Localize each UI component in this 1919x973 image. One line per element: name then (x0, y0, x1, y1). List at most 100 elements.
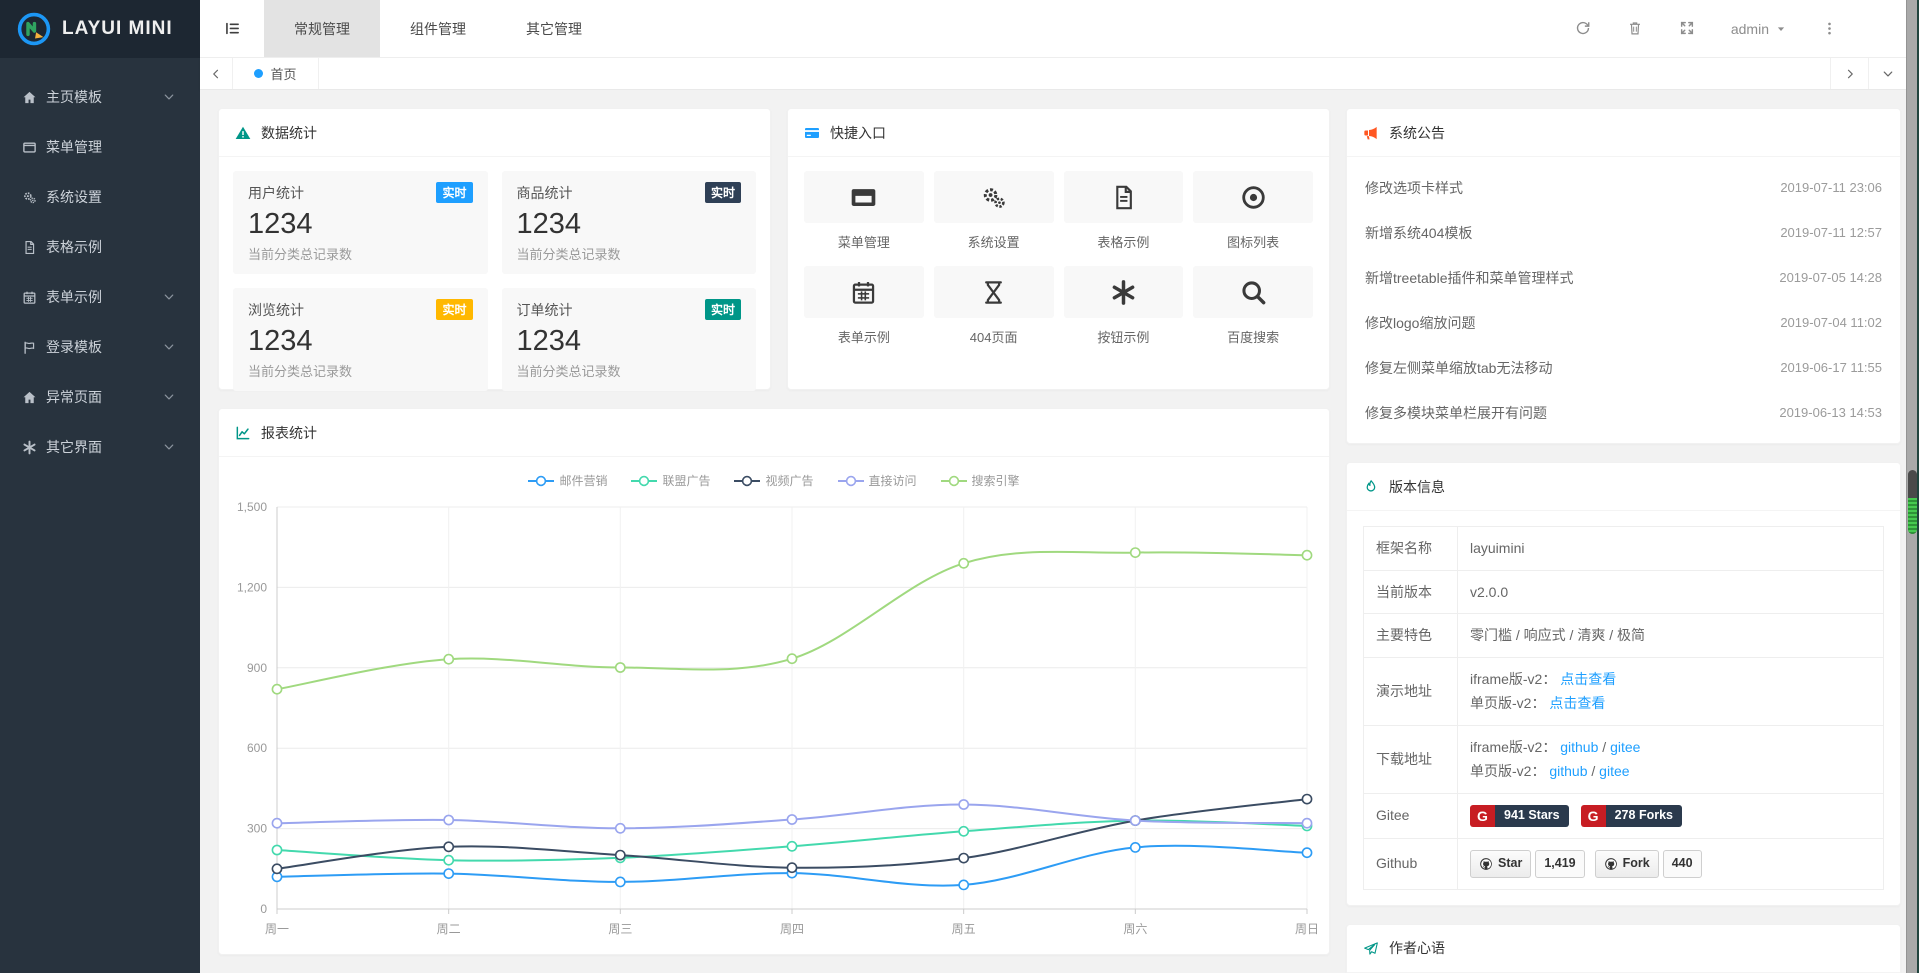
gitee-badge[interactable]: G278 Forks (1581, 805, 1682, 827)
svg-text:600: 600 (247, 741, 267, 755)
shortcut-window-solid[interactable]: 菜单管理 (804, 171, 924, 251)
more-menu-icon[interactable] (1822, 20, 1837, 38)
version-row: 下载地址iframe版-v2： github / gitee单页版-v2： gi… (1364, 725, 1884, 793)
sidebar-item-home-template[interactable]: 主页模板 (0, 72, 200, 122)
announcement-text: 新增treetable插件和菜单管理样式 (1365, 268, 1573, 288)
link-github[interactable]: github (1560, 739, 1598, 755)
scrollbar-thumb[interactable] (1908, 470, 1917, 534)
card-shortcuts-header: 快捷入口 (788, 109, 1329, 157)
github-fork-button[interactable]: Fork (1595, 850, 1659, 878)
link-github[interactable]: github (1549, 763, 1587, 779)
shortcut-asterisk[interactable]: 按钮示例 (1064, 266, 1184, 346)
link-点击查看[interactable]: 点击查看 (1549, 695, 1605, 711)
card-title: 报表统计 (261, 423, 317, 443)
legend-item[interactable]: 搜索引擎 (941, 472, 1020, 489)
announcement-item[interactable]: 新增treetable插件和菜单管理样式2019-07-05 14:28 (1353, 255, 1894, 300)
tab-operations-button[interactable] (1868, 58, 1906, 89)
github-star-button[interactable]: Star (1470, 850, 1531, 878)
sidebar-item-error-pages[interactable]: 异常页面 (0, 372, 200, 422)
stat-caption: 当前分类总记录数 (248, 361, 473, 380)
stat-box: 订单统计实时1234当前分类总记录数 (502, 288, 757, 391)
refresh-icon[interactable] (1575, 20, 1591, 38)
page-scrollbar[interactable] (1906, 0, 1919, 973)
top-header: 常规管理组件管理其它管理 admin (200, 0, 1919, 58)
stats-grid: 用户统计实时1234当前分类总记录数商品统计实时1234当前分类总记录数浏览统计… (219, 157, 770, 405)
legend-item[interactable]: 联盟广告 (631, 472, 710, 489)
header-nav: 常规管理组件管理其它管理 (264, 0, 612, 57)
legend-label: 视频广告 (765, 472, 813, 489)
active-tab-dot (254, 69, 263, 78)
legend-label: 搜索引擎 (972, 472, 1020, 489)
sidebar-collapse-button[interactable] (200, 0, 264, 57)
sidebar-item-system-settings[interactable]: 系统设置 (0, 172, 200, 222)
github-count[interactable]: 440 (1663, 850, 1702, 878)
version-table: 框架名称layuimini当前版本v2.0.0主要特色零门槛 / 响应式 / 清… (1363, 526, 1884, 890)
svg-text:周六: 周六 (1123, 922, 1147, 936)
announcement-item[interactable]: 修改logo缩放问题2019-07-04 11:02 (1353, 300, 1894, 345)
sidebar-item-menu-management[interactable]: 菜单管理 (0, 122, 200, 172)
shortcut-label: 图标列表 (1193, 232, 1313, 251)
clear-cache-icon[interactable] (1627, 20, 1643, 38)
credit-card-icon (804, 124, 820, 141)
svg-text:周三: 周三 (608, 922, 632, 936)
card-title: 版本信息 (1389, 477, 1445, 497)
main-area: 常规管理组件管理其它管理 admin 首页 数据统计 (200, 0, 1919, 973)
stat-box: 商品统计实时1234当前分类总记录数 (502, 171, 757, 274)
legend-item[interactable]: 邮件营销 (528, 472, 607, 489)
card-data-stats-header: 数据统计 (219, 109, 770, 157)
sidebar-item-other-ui[interactable]: 其它界面 (0, 422, 200, 472)
shortcut-hourglass[interactable]: 404页面 (934, 266, 1054, 346)
sidebar-item-label: 主页模板 (46, 87, 163, 107)
link-gitee[interactable]: gitee (1599, 763, 1629, 779)
github-count[interactable]: 1,419 (1535, 850, 1584, 878)
gears-icon (934, 171, 1054, 223)
username: admin (1731, 21, 1769, 37)
tab-scroll-left-button[interactable] (200, 58, 233, 89)
legend-marker-icon (631, 475, 657, 487)
sidebar-item-label: 其它界面 (46, 437, 163, 457)
sidebar-item-login-templates[interactable]: 登录模板 (0, 322, 200, 372)
shortcut-calendar[interactable]: 表单示例 (804, 266, 924, 346)
version-row-label: Github (1364, 838, 1458, 889)
card-title: 快捷入口 (830, 123, 886, 143)
card-shortcuts: 快捷入口 菜单管理系统设置表格示例图标列表表单示例404页面按钮示例百度搜索 (787, 108, 1330, 390)
legend-marker-icon (528, 475, 554, 487)
gitee-badge[interactable]: G941 Stars (1470, 805, 1569, 827)
sidebar-item-label: 表格示例 (46, 237, 184, 257)
shortcut-label: 表格示例 (1064, 232, 1184, 251)
svg-text:周四: 周四 (780, 922, 804, 936)
shortcut-gears[interactable]: 系统设置 (934, 171, 1054, 251)
card-title: 作者心语 (1389, 938, 1445, 958)
announcement-item[interactable]: 修改选项卡样式2019-07-11 23:06 (1353, 165, 1894, 210)
version-row-value: iframe版-v2： 点击查看单页版-v2： 点击查看 (1458, 657, 1884, 725)
link-gitee[interactable]: gitee (1610, 739, 1640, 755)
user-menu[interactable]: admin (1731, 21, 1786, 37)
tab-scroll-right-button[interactable] (1830, 58, 1868, 89)
legend-marker-icon (734, 475, 760, 487)
svg-text:周日: 周日 (1295, 922, 1319, 936)
shortcut-circle-dot[interactable]: 图标列表 (1193, 171, 1313, 251)
announcement-item[interactable]: 修复左侧菜单缩放tab无法移动2019-06-17 11:55 (1353, 345, 1894, 390)
tab-home-label: 首页 (270, 64, 296, 83)
header-nav-other[interactable]: 其它管理 (496, 0, 612, 57)
fullscreen-icon[interactable] (1679, 20, 1695, 38)
card-report-header: 报表统计 (219, 409, 1329, 457)
header-nav-general[interactable]: 常规管理 (264, 0, 380, 57)
legend-item[interactable]: 视频广告 (734, 472, 813, 489)
shortcut-search[interactable]: 百度搜索 (1193, 266, 1313, 346)
version-row-label: 下载地址 (1364, 725, 1458, 793)
tab-home[interactable]: 首页 (233, 58, 319, 89)
bullhorn-icon (1363, 124, 1379, 141)
announcement-item[interactable]: 新增系统404模板2019-07-11 12:57 (1353, 210, 1894, 255)
announcement-item[interactable]: 修复多模块菜单栏展开有问题2019-06-13 14:53 (1353, 390, 1894, 435)
legend-item[interactable]: 直接访问 (838, 472, 917, 489)
card-data-stats: 数据统计 用户统计实时1234当前分类总记录数商品统计实时1234当前分类总记录… (218, 108, 771, 390)
sidebar-item-form-examples[interactable]: 表单示例 (0, 272, 200, 322)
sidebar-item-table-examples[interactable]: 表格示例 (0, 222, 200, 272)
header-nav-components[interactable]: 组件管理 (380, 0, 496, 57)
asterisk-icon (1064, 266, 1184, 318)
shortcut-file[interactable]: 表格示例 (1064, 171, 1184, 251)
top-cards-row: 数据统计 用户统计实时1234当前分类总记录数商品统计实时1234当前分类总记录… (218, 108, 1330, 390)
svg-text:900: 900 (247, 661, 267, 675)
link-点击查看[interactable]: 点击查看 (1560, 671, 1616, 687)
